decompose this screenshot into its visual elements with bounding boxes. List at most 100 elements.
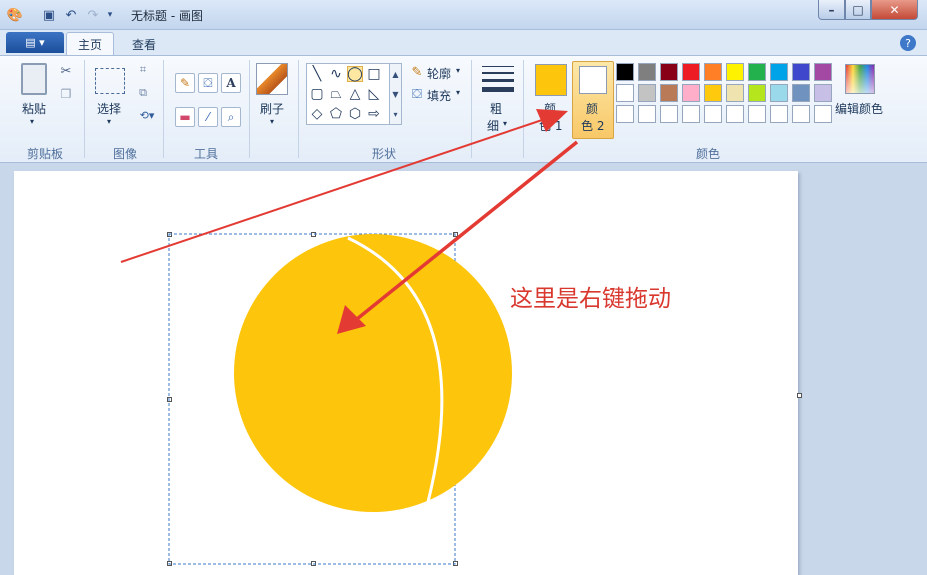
- palette-swatch[interactable]: [616, 84, 634, 102]
- paste-icon[interactable]: [21, 63, 47, 95]
- fill-bucket-icon[interactable]: ⛋: [198, 73, 218, 93]
- tab-view[interactable]: 查看: [120, 32, 168, 56]
- outline-label[interactable]: 轮廓: [427, 65, 451, 82]
- color1-swatch[interactable]: [535, 64, 567, 96]
- paste-label[interactable]: 粘贴: [22, 100, 46, 117]
- line-shape-icon[interactable]: ╲: [309, 66, 325, 82]
- shapes-scroll-up[interactable]: ▲: [389, 64, 401, 84]
- palette-swatch[interactable]: [770, 63, 788, 81]
- size-dropdown-icon[interactable]: ▾: [503, 119, 507, 128]
- palette-swatch[interactable]: [792, 63, 810, 81]
- shapes-expand[interactable]: ▾: [389, 104, 401, 124]
- paint-app-icon[interactable]: 🎨: [6, 6, 24, 24]
- crop-icon[interactable]: ⌗: [136, 63, 150, 77]
- oval-shape-icon[interactable]: ◯: [347, 66, 363, 82]
- palette-swatch[interactable]: [704, 105, 722, 123]
- polygon-shape-icon[interactable]: ⏢: [328, 86, 344, 102]
- redo-icon[interactable]: ↷: [84, 6, 102, 24]
- size-icon[interactable]: [481, 63, 515, 95]
- selection-handle[interactable]: [453, 397, 458, 402]
- palette-swatch[interactable]: [726, 84, 744, 102]
- minimize-button[interactable]: –: [818, 0, 845, 20]
- dropdown-icon[interactable]: ▾: [104, 6, 116, 24]
- undo-icon[interactable]: ↶: [62, 6, 80, 24]
- rectangle-shape-icon[interactable]: □: [366, 66, 382, 82]
- palette-swatch[interactable]: [660, 84, 678, 102]
- color2-label-line1[interactable]: 颜: [586, 100, 598, 117]
- color1-label-line1[interactable]: 颜: [544, 100, 556, 117]
- triangle-shape-icon[interactable]: △: [347, 86, 363, 102]
- palette-swatch[interactable]: [748, 63, 766, 81]
- palette-swatch[interactable]: [660, 63, 678, 81]
- edit-colors-label[interactable]: 编辑颜色: [835, 100, 883, 117]
- fill-icon[interactable]: ⛋: [409, 86, 425, 102]
- arrow-shape-icon[interactable]: ⇨: [366, 106, 382, 122]
- size-label-line1[interactable]: 粗: [490, 100, 502, 117]
- pencil-icon[interactable]: ✎: [175, 73, 195, 93]
- text-tool-icon[interactable]: A: [221, 73, 241, 93]
- rounded-rectangle-shape-icon[interactable]: ▢: [309, 86, 325, 102]
- brush-icon[interactable]: [256, 63, 288, 95]
- palette-swatch[interactable]: [704, 84, 722, 102]
- select-dropdown-icon[interactable]: ▾: [107, 117, 111, 126]
- palette-swatch[interactable]: [792, 105, 810, 123]
- fill-label[interactable]: 填充: [427, 87, 451, 104]
- selection-handle[interactable]: [453, 232, 458, 237]
- copy-icon[interactable]: ❐: [58, 86, 74, 102]
- paste-dropdown-icon[interactable]: ▾: [30, 117, 34, 126]
- selection-handle[interactable]: [311, 232, 316, 237]
- app-menu-button[interactable]: ▤ ▾: [6, 32, 64, 53]
- canvas-resize-handle-right[interactable]: [797, 393, 802, 398]
- cut-icon[interactable]: ✂: [58, 63, 74, 79]
- selection-handle[interactable]: [167, 561, 172, 566]
- hexagon-shape-icon[interactable]: ⬡: [347, 106, 363, 122]
- palette-swatch[interactable]: [814, 105, 832, 123]
- select-label[interactable]: 选择: [97, 100, 121, 117]
- palette-swatch[interactable]: [792, 84, 810, 102]
- palette-swatch[interactable]: [748, 105, 766, 123]
- brush-label[interactable]: 刷子: [260, 100, 284, 117]
- diamond-shape-icon[interactable]: ◇: [309, 106, 325, 122]
- select-icon[interactable]: [95, 68, 125, 94]
- palette-swatch[interactable]: [682, 105, 700, 123]
- color1-label-line2[interactable]: 色 1: [539, 117, 562, 134]
- palette-swatch[interactable]: [770, 105, 788, 123]
- palette-swatch[interactable]: [682, 63, 700, 81]
- selection-handle[interactable]: [167, 397, 172, 402]
- help-icon[interactable]: ?: [900, 35, 916, 51]
- drawing-canvas[interactable]: [14, 171, 798, 575]
- shapes-scroll-down[interactable]: ▼: [389, 84, 401, 104]
- palette-swatch[interactable]: [726, 105, 744, 123]
- eraser-icon[interactable]: ▬: [175, 107, 195, 127]
- palette-swatch[interactable]: [616, 105, 634, 123]
- selection-handle[interactable]: [311, 561, 316, 566]
- edit-colors-icon[interactable]: [845, 64, 875, 94]
- outline-icon[interactable]: ✎: [409, 64, 425, 80]
- palette-swatch[interactable]: [638, 105, 656, 123]
- color-picker-icon[interactable]: ⁄: [198, 107, 218, 127]
- right-triangle-shape-icon[interactable]: ◺: [366, 86, 382, 102]
- palette-swatch[interactable]: [814, 63, 832, 81]
- palette-swatch[interactable]: [638, 84, 656, 102]
- curve-shape-icon[interactable]: ∿: [328, 66, 344, 82]
- close-button[interactable]: ✕: [871, 0, 918, 20]
- outline-dropdown-icon[interactable]: ▾: [456, 66, 460, 75]
- brush-dropdown-icon[interactable]: ▾: [270, 117, 274, 126]
- color2-label-line2[interactable]: 色 2: [581, 117, 604, 134]
- palette-swatch[interactable]: [726, 63, 744, 81]
- palette-swatch[interactable]: [638, 63, 656, 81]
- color2-swatch[interactable]: [579, 66, 607, 94]
- palette-swatch[interactable]: [660, 105, 678, 123]
- palette-swatch[interactable]: [682, 84, 700, 102]
- save-icon[interactable]: ▣: [40, 6, 58, 24]
- magnifier-icon[interactable]: ⌕: [221, 107, 241, 127]
- palette-swatch[interactable]: [704, 63, 722, 81]
- tab-home[interactable]: 主页: [66, 32, 114, 56]
- selection-handle[interactable]: [453, 561, 458, 566]
- palette-swatch[interactable]: [770, 84, 788, 102]
- pentagon-shape-icon[interactable]: ⬠: [328, 106, 344, 122]
- palette-swatch[interactable]: [814, 84, 832, 102]
- size-label-line2[interactable]: 细: [487, 117, 499, 134]
- maximize-button[interactable]: □: [845, 0, 871, 20]
- rotate-icon[interactable]: ⟲▾: [136, 108, 158, 122]
